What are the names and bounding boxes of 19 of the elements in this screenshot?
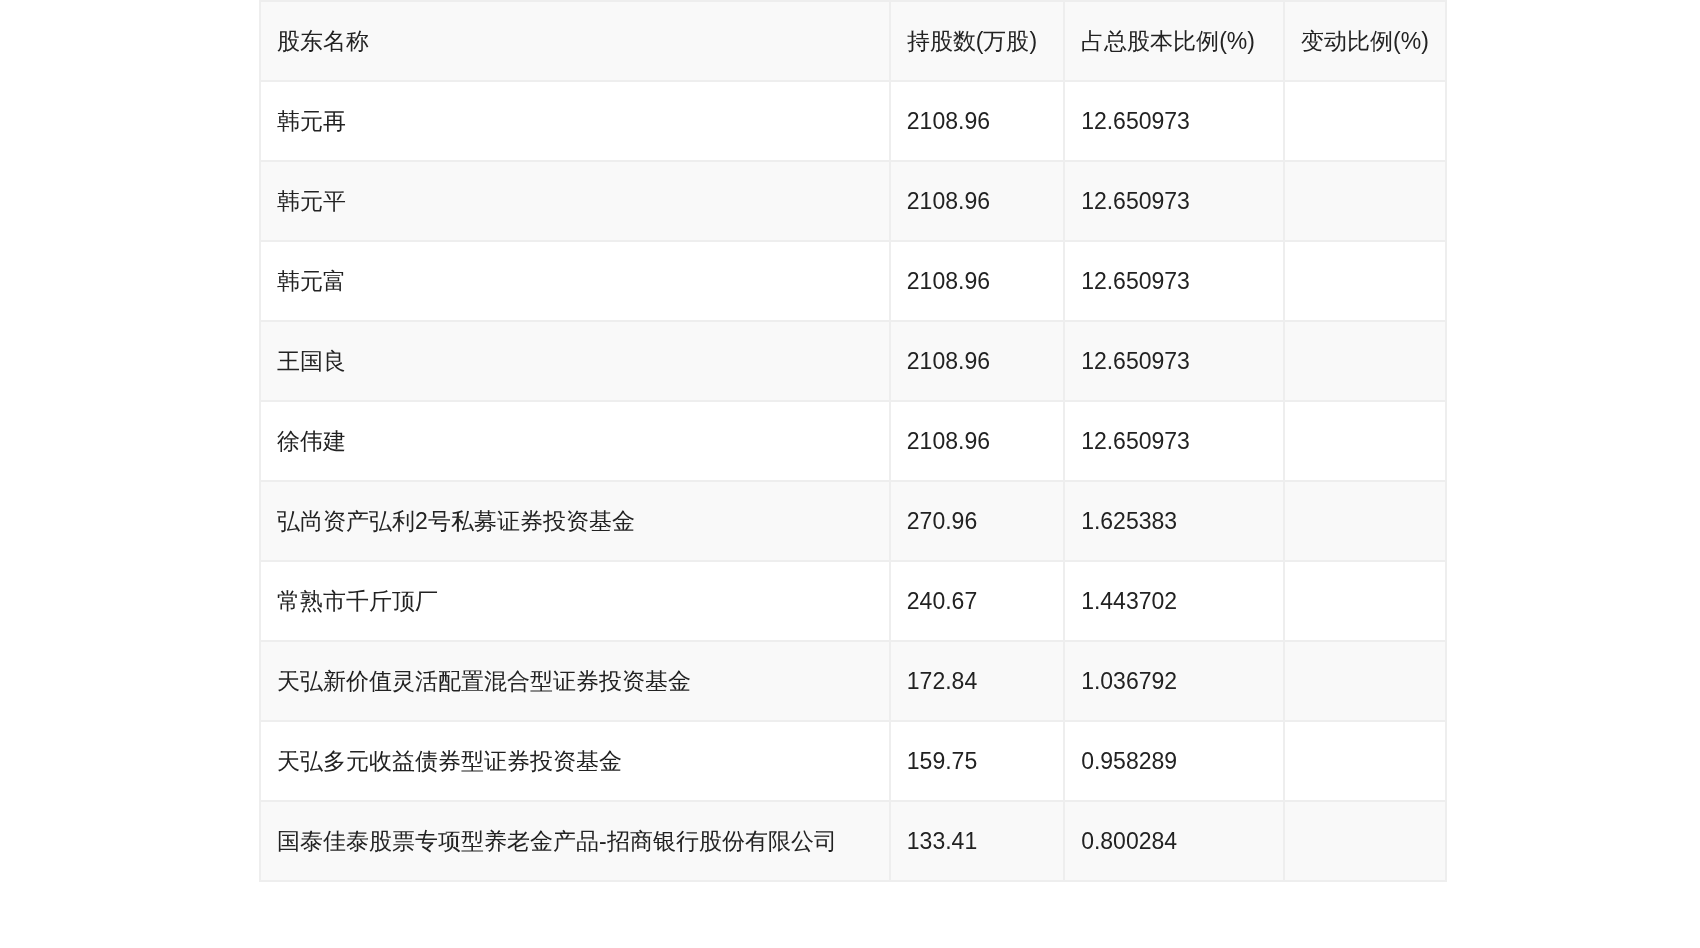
table-cell: 1.625383 — [1064, 481, 1285, 561]
table-cell: 0.800284 — [1064, 801, 1285, 881]
table-cell: 12.650973 — [1064, 161, 1285, 241]
table-cell: 270.96 — [889, 481, 1065, 561]
table-cell: 王国良 — [260, 321, 890, 401]
table-cell: 1.036792 — [1064, 641, 1285, 721]
table-cell: 172.84 — [889, 641, 1065, 721]
table-cell: 133.41 — [889, 801, 1065, 881]
column-header: 股东名称 — [260, 1, 890, 81]
table-cell: 韩元平 — [260, 161, 890, 241]
table-cell: 天弘新价值灵活配置混合型证券投资基金 — [260, 641, 890, 721]
table-cell: 弘尚资产弘利2号私募证券投资基金 — [260, 481, 890, 561]
column-header: 变动比例(%) — [1284, 1, 1446, 81]
table-cell: 2108.96 — [889, 321, 1065, 401]
table-cell: 12.650973 — [1064, 321, 1285, 401]
column-header: 持股数(万股) — [889, 1, 1065, 81]
column-header: 占总股本比例(%) — [1064, 1, 1285, 81]
table-cell: 国泰佳泰股票专项型养老金产品-招商银行股份有限公司 — [260, 801, 890, 881]
table-cell: 2108.96 — [889, 161, 1065, 241]
